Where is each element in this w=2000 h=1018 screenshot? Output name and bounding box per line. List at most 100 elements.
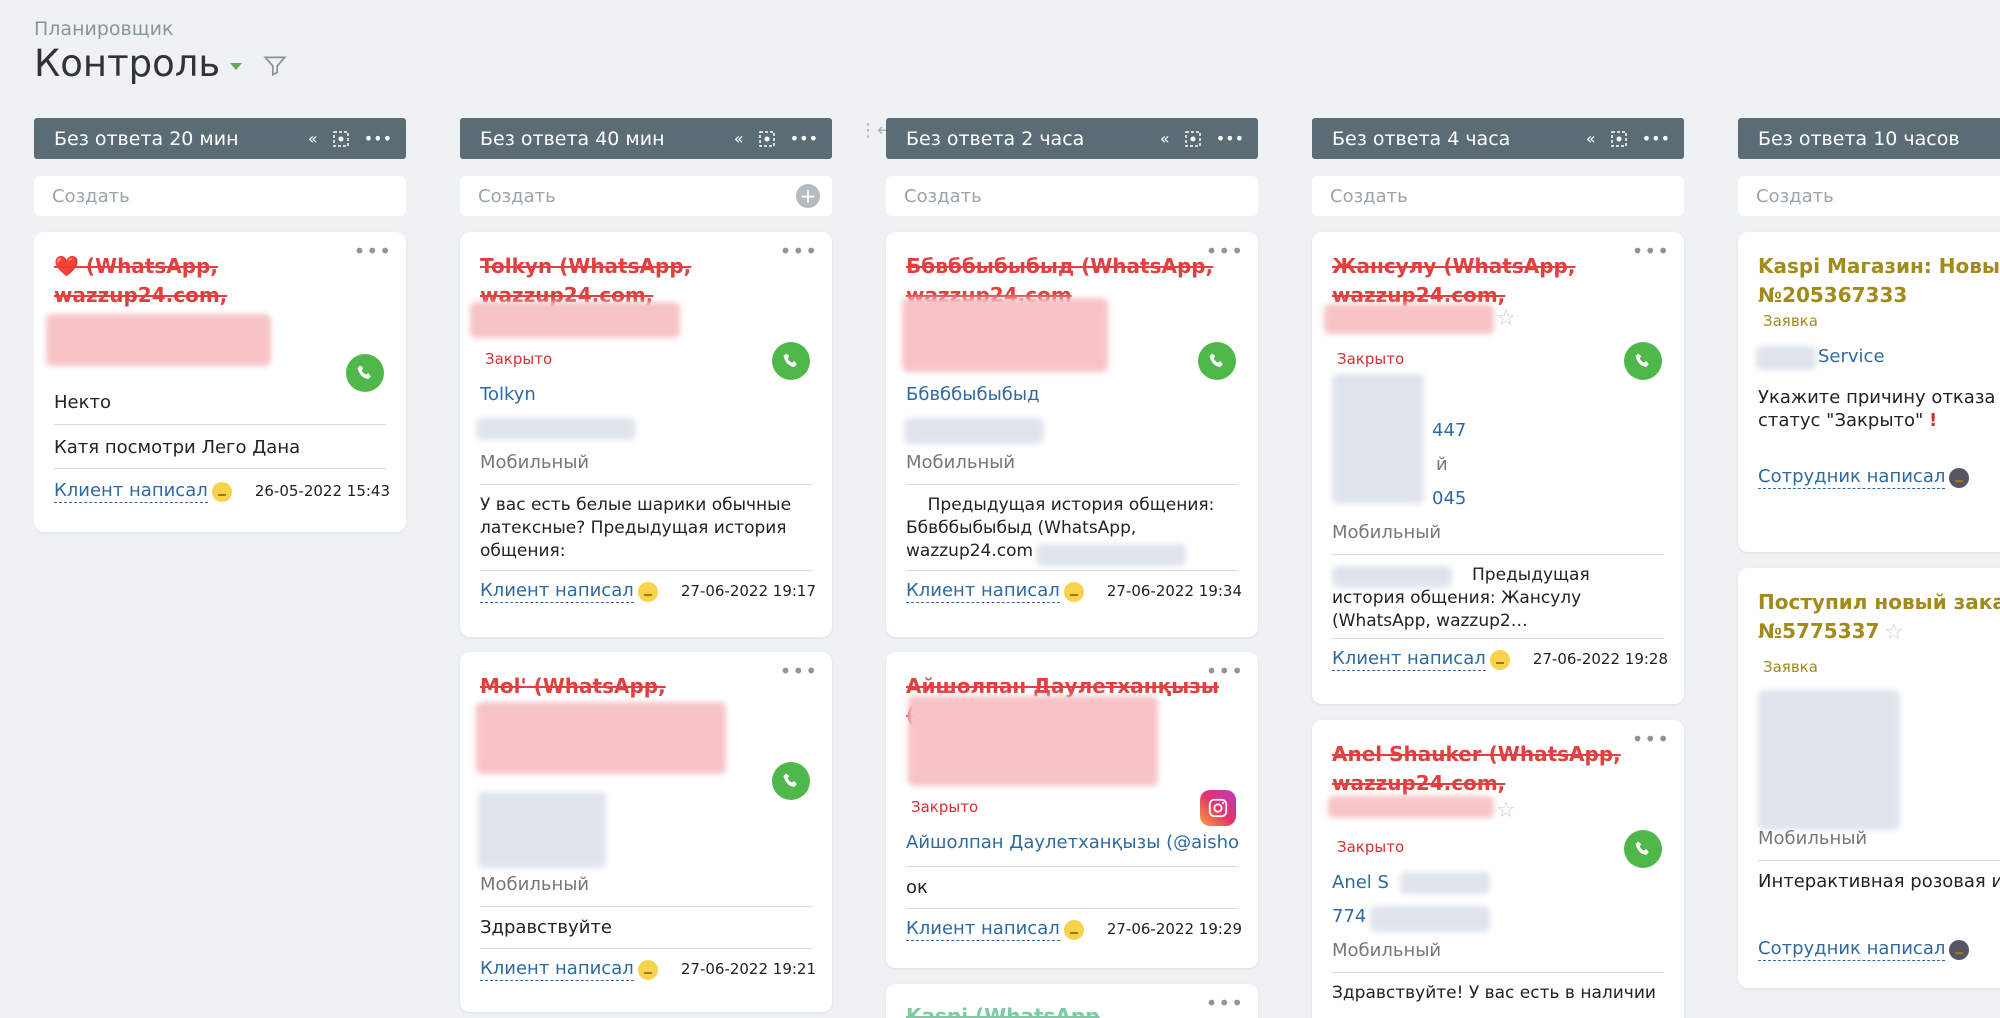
emoji-icon (1063, 919, 1084, 940)
contact-name[interactable]: Tolkyn (480, 384, 812, 405)
divider (906, 570, 1238, 571)
employee-wrote-link[interactable]: Сотрудник написал (1758, 466, 1946, 489)
emoji-icon (211, 481, 232, 502)
client-wrote-link[interactable]: Клиент написал (906, 918, 1060, 941)
card-title[interactable]: Kaspi (WhatsApp (906, 1002, 1196, 1018)
message-text: ок (906, 877, 928, 898)
star-icon[interactable]: ☆ (1496, 306, 1516, 331)
more-icon[interactable]: ••• (1216, 129, 1244, 148)
phone-type: Мобильный (906, 452, 1016, 473)
more-icon[interactable]: ••• (1206, 241, 1244, 261)
filter-icon[interactable] (262, 53, 288, 79)
deal-card[interactable]: Kaspi Магазин: Новый заказ №205367333 За… (1738, 232, 2000, 552)
client-wrote-link[interactable]: Клиент написал (480, 580, 634, 603)
card-title[interactable]: Поступил новый заказ №5775337 (1758, 588, 2000, 646)
contact-name[interactable]: Ббвббыбыбыд (906, 384, 1238, 405)
blurred-phone (476, 418, 636, 440)
column-title: Без ответа 10 часов (1758, 127, 1960, 150)
blurred-contact (1332, 374, 1424, 504)
phone-number[interactable]: 045 (1432, 488, 1664, 509)
phone-icon[interactable] (772, 762, 810, 800)
client-wrote-link[interactable]: Клиент написал (480, 958, 634, 981)
more-icon[interactable]: ••• (1642, 129, 1670, 148)
more-icon[interactable]: ••• (364, 129, 392, 148)
more-icon[interactable]: ••• (354, 241, 392, 261)
create-label: Создать (52, 185, 130, 207)
phone-icon[interactable] (1624, 830, 1662, 868)
phone-icon[interactable] (346, 354, 384, 392)
star-icon[interactable]: ☆ (1496, 798, 1516, 823)
deal-card[interactable]: ••• Жансулу (WhatsApp, wazzup24.com, ☆ З… (1312, 232, 1684, 704)
client-wrote-link[interactable]: Клиент написал (54, 480, 208, 503)
deal-card[interactable]: ••• Anel Shauker (WhatsApp, wazzup24.com… (1312, 720, 1684, 1018)
add-icon[interactable]: + (796, 184, 820, 208)
column-header[interactable]: Без ответа 2 часа « ••• (886, 118, 1258, 159)
blurred-contact (478, 792, 606, 868)
column-header[interactable]: Без ответа 40 мин « ••• (460, 118, 832, 159)
card-title[interactable]: ❤️ (WhatsApp, wazzup24.com, (54, 252, 344, 310)
phone-icon[interactable] (1198, 342, 1236, 380)
page-title[interactable]: Контроль (34, 42, 220, 85)
blurred-info (1324, 304, 1494, 334)
column-title: Без ответа 4 часа (1332, 127, 1511, 150)
create-label: Создать (904, 185, 982, 207)
chevron-down-icon[interactable] (230, 63, 243, 70)
settings-icon[interactable] (1609, 129, 1629, 149)
phone-icon[interactable] (1624, 342, 1662, 380)
client-wrote-link[interactable]: Клиент написал (906, 580, 1060, 603)
collapse-icon[interactable]: « (308, 129, 318, 148)
card-title[interactable]: Mol' (WhatsApp, (480, 672, 770, 701)
status-badge: Закрыто (1337, 838, 1405, 856)
card-date: 27-06-2022 19:21 (680, 959, 816, 978)
deal-card[interactable]: ••• Mol' (WhatsApp, Мобильный Здравствуй… (460, 652, 832, 1012)
instagram-icon[interactable] (1200, 790, 1236, 826)
employee-wrote-link[interactable]: Сотрудник написал (1758, 938, 1946, 961)
more-icon[interactable]: ••• (780, 661, 818, 681)
phone-type: Мобильный (1758, 828, 1868, 849)
contact-name[interactable]: Айшолпан Даулетханқызы (@aisho… (906, 832, 1238, 853)
star-icon[interactable]: ☆ (1884, 620, 1904, 645)
more-icon[interactable]: ••• (1632, 729, 1670, 749)
deal-card[interactable]: ••• Tolkyn (WhatsApp, wazzup24.com, Закр… (460, 232, 832, 637)
collapse-icon[interactable]: « (1160, 129, 1170, 148)
divider (906, 484, 1238, 485)
phone-number[interactable]: 447 (1432, 420, 1664, 441)
kanban-board: Без ответа 20 мин « ••• Создать ••• ❤️ (… (34, 118, 2000, 1018)
card-title[interactable]: Anel Shauker (WhatsApp, wazzup24.com, (1332, 740, 1622, 798)
more-icon[interactable]: ••• (1206, 661, 1244, 681)
column-header[interactable]: Без ответа 10 часов (1738, 118, 2000, 159)
card-title[interactable]: Жансулу (WhatsApp, wazzup24.com, (1332, 252, 1622, 310)
collapse-icon[interactable]: « (734, 129, 744, 148)
blurred-info (1756, 346, 1816, 370)
deal-card[interactable]: ••• Ббвббыбыбыд (WhatsApp, wazzup24.com … (886, 232, 1258, 637)
column-header[interactable]: Без ответа 20 мин « ••• (34, 118, 406, 159)
create-input[interactable]: Создать + (460, 176, 832, 216)
create-input[interactable]: Создать (34, 176, 406, 216)
create-input[interactable]: Создать (1738, 176, 2000, 216)
column-header[interactable]: Без ответа 4 часа « ••• (1312, 118, 1684, 159)
divider (1332, 638, 1664, 639)
more-icon[interactable]: ••• (790, 129, 818, 148)
create-input[interactable]: Создать (1312, 176, 1684, 216)
message-text: Предыдущая история общения: Жансулу (Wha… (1332, 565, 1590, 631)
deal-card[interactable]: ••• ❤️ (WhatsApp, wazzup24.com, Некто Ка… (34, 232, 406, 532)
card-date: 27-06-2022 19:28 (1532, 649, 1668, 668)
deal-card[interactable]: Поступил новый заказ №5775337 ☆ Заявка М… (1738, 568, 2000, 988)
client-wrote-link[interactable]: Клиент написал (1332, 648, 1486, 671)
contact-name[interactable]: Anel S (1332, 872, 1664, 893)
card-title[interactable]: Kaspi Магазин: Новый заказ №205367333 (1758, 252, 2000, 310)
more-icon[interactable]: ••• (1632, 241, 1670, 261)
deal-card[interactable]: ••• Айшолпан Даулетханқызы ( Закрыто Айш… (886, 652, 1258, 968)
more-icon[interactable]: ••• (1206, 993, 1244, 1013)
create-label: Создать (1330, 185, 1408, 207)
create-input[interactable]: Создать (886, 176, 1258, 216)
breadcrumb: Планировщик (34, 18, 174, 40)
contact-name[interactable]: Service (1818, 346, 2000, 367)
deal-card[interactable]: ••• Kaspi (WhatsApp (886, 984, 1258, 1018)
more-icon[interactable]: ••• (780, 241, 818, 261)
settings-icon[interactable] (757, 129, 777, 149)
settings-icon[interactable] (1183, 129, 1203, 149)
settings-icon[interactable] (331, 129, 351, 149)
phone-icon[interactable] (772, 342, 810, 380)
collapse-icon[interactable]: « (1586, 129, 1596, 148)
